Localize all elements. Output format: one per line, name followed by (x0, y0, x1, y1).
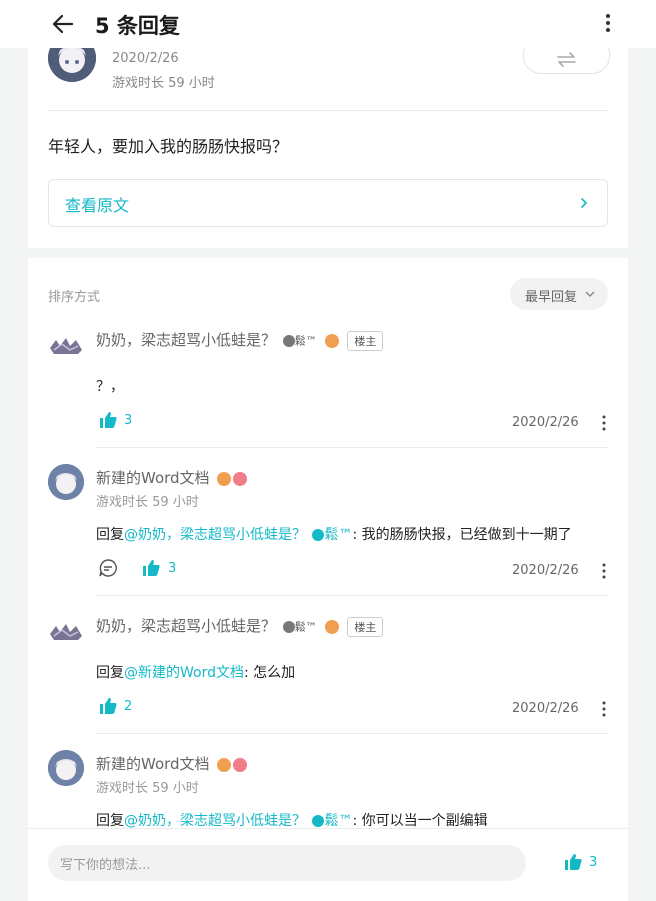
reply-text: 回复@奶奶，梁志超骂小低蛙是？ 鬆™: 我的肠肠快报，已经做到十一期了 (96, 527, 572, 543)
reply-date: 2020/2/26 (512, 701, 579, 716)
avatar[interactable] (48, 326, 84, 362)
original-post: 2020/2/26 游戏时长 59 小时 年轻人，要加入我的肠肠快报吗？ 查看原… (28, 34, 628, 248)
play-time: 游戏时长 59 小时 (96, 781, 199, 796)
view-original-button[interactable]: 查看原文 (48, 179, 608, 227)
more-options-icon[interactable] (598, 10, 618, 36)
reply-text: ？， (96, 379, 124, 395)
play-time: 游戏时长 59 小时 (96, 495, 199, 510)
level-badge-icon (217, 471, 232, 486)
sort-label: 排序方式 (48, 290, 101, 305)
rank-badge-icon (233, 471, 248, 486)
verified-icon (282, 620, 295, 633)
reply-text: 回复@奶奶，梁志超骂小低蛙是？ 鬆™: 你可以当一个副编辑 (96, 813, 488, 829)
like-count: 2 (124, 699, 133, 714)
comment-placeholder: 写下你的想法... (60, 858, 151, 873)
avatar[interactable] (48, 750, 84, 786)
reply-author[interactable]: 新建的Word文档 (96, 753, 248, 774)
comment-input[interactable]: 写下你的想法... (48, 845, 526, 881)
more-options-icon[interactable] (601, 701, 607, 717)
page-title: 5 条回复 (95, 14, 180, 38)
level-badge-icon (324, 333, 339, 348)
rank-badge-icon (233, 757, 248, 772)
divider (96, 733, 608, 734)
comment-icon[interactable] (98, 558, 118, 578)
host-tag: 楼主 (347, 616, 384, 637)
top-bar: 5 条回复 (0, 0, 656, 48)
more-options-icon[interactable] (601, 415, 607, 431)
chevron-down-icon (585, 291, 595, 297)
host-tag: 楼主 (347, 330, 384, 351)
like-count: 3 (589, 855, 598, 870)
reply-author[interactable]: 新建的Word文档 (96, 467, 248, 488)
mention-link[interactable]: @奶奶，梁志超骂小低蛙是？ (124, 813, 306, 829)
mention-link[interactable]: @奶奶，梁志超骂小低蛙是？ (124, 527, 306, 543)
chevron-right-icon (581, 198, 588, 208)
like-count: 3 (124, 413, 133, 428)
comment-bar: 写下你的想法... 3 (28, 828, 628, 901)
divider (48, 110, 608, 111)
post-content: 年轻人，要加入我的肠肠快报吗？ (48, 137, 289, 156)
post-date: 2020/2/26 (112, 51, 179, 66)
play-time: 游戏时长 59 小时 (112, 76, 215, 91)
level-badge-icon (324, 619, 339, 634)
view-original-label: 查看原文 (65, 196, 130, 215)
level-badge-icon (217, 757, 232, 772)
like-count: 3 (168, 561, 177, 576)
avatar[interactable] (48, 464, 84, 500)
reply-author[interactable]: 奶奶，梁志超骂小低蛙是？ 鬆™ 楼主 (96, 615, 384, 637)
reply-text: 回复@新建的Word文档: 怎么加 (96, 665, 296, 681)
thumbs-up-icon[interactable] (98, 410, 118, 430)
thumbs-up-icon[interactable] (98, 696, 118, 716)
reply-author[interactable]: 奶奶，梁志超骂小低蛙是？ 鬆™ 楼主 (96, 329, 384, 351)
back-arrow-icon[interactable] (50, 11, 76, 37)
more-options-icon[interactable] (601, 563, 607, 579)
verified-icon (282, 334, 295, 347)
thumbs-up-icon[interactable] (141, 558, 161, 578)
replies-section: 排序方式 最早回复 奶奶，梁志超骂小低蛙是？ 鬆™ 楼主 ？， 3 2020/2… (28, 258, 628, 829)
avatar[interactable] (48, 612, 84, 648)
verified-icon (312, 529, 325, 541)
sort-dropdown[interactable]: 最早回复 (510, 278, 608, 310)
mention-link[interactable]: @新建的Word文档 (124, 665, 244, 681)
reply-date: 2020/2/26 (512, 415, 579, 430)
reply-date: 2020/2/26 (512, 563, 579, 578)
sort-value: 最早回复 (525, 290, 578, 305)
thumbs-up-icon[interactable] (563, 852, 583, 872)
verified-icon (312, 815, 325, 827)
divider (96, 447, 608, 448)
divider (96, 595, 608, 596)
